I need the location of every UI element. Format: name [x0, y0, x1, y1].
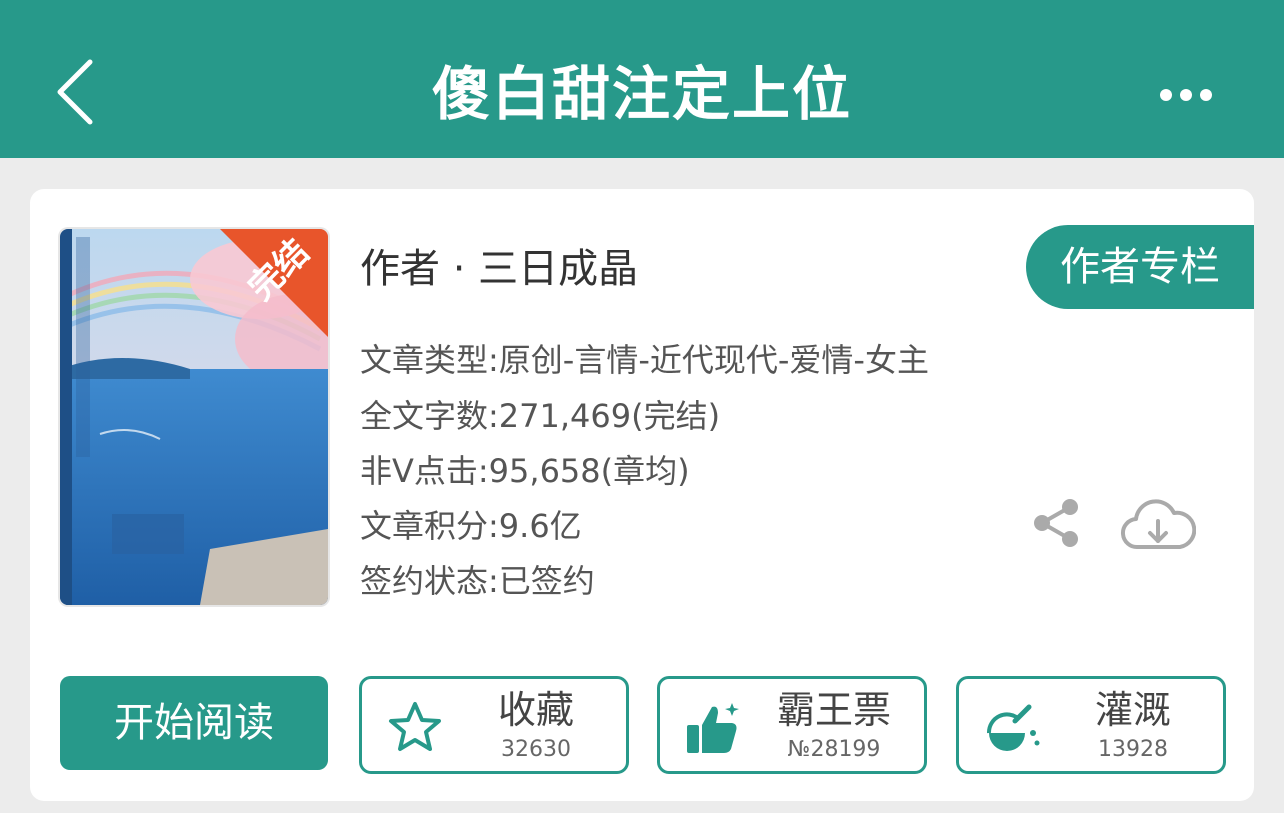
ticket-button[interactable]: 霸王票 №28199 [657, 676, 927, 774]
water-count: 13928 [1098, 737, 1168, 762]
author-name: 作者 · 三日成晶 [360, 246, 639, 292]
flask-pour-icon [986, 704, 1040, 751]
ellipsis-icon [1160, 89, 1212, 101]
collect-button[interactable]: 收藏 32630 [359, 676, 629, 774]
water-label: 灌溉 [1094, 688, 1171, 732]
collect-count: 32630 [501, 737, 571, 762]
info-category: 文章类型:原创-言情-近代现代-爱情-女主 [360, 341, 929, 379]
page-title: 傻白甜注定上位 [431, 60, 852, 128]
book-info-card: 完结 作者 · 三日成晶 作者专栏 文章类型:原创-言情-近代现代-爱情-女主 … [30, 189, 1254, 801]
share-button[interactable] [1030, 495, 1084, 551]
ticket-label: 霸王票 [776, 688, 891, 732]
info-word-count: 全文字数:271,469(完结) [360, 397, 721, 435]
start-reading-button[interactable]: 开始阅读 [60, 676, 328, 770]
collect-label: 收藏 [497, 688, 574, 732]
cloud-download-icon [1120, 499, 1197, 550]
book-cover[interactable]: 完结 [60, 229, 328, 605]
ticket-count: №28199 [787, 737, 881, 762]
author-column-button[interactable]: 作者专栏 [1026, 225, 1254, 309]
info-score: 文章积分:9.6亿 [360, 507, 582, 545]
info-clicks: 非V点击:95,658(章均) [360, 452, 690, 490]
water-button[interactable]: 灌溉 13928 [956, 676, 1226, 774]
more-menu-button[interactable] [1152, 78, 1222, 112]
info-contract: 签约状态:已签约 [360, 562, 595, 600]
star-icon [389, 702, 441, 751]
download-button[interactable] [1120, 495, 1197, 555]
share-icon [1034, 499, 1078, 547]
top-bar: 傻白甜注定上位 [0, 0, 1284, 158]
thumbs-up-icon [687, 703, 739, 753]
